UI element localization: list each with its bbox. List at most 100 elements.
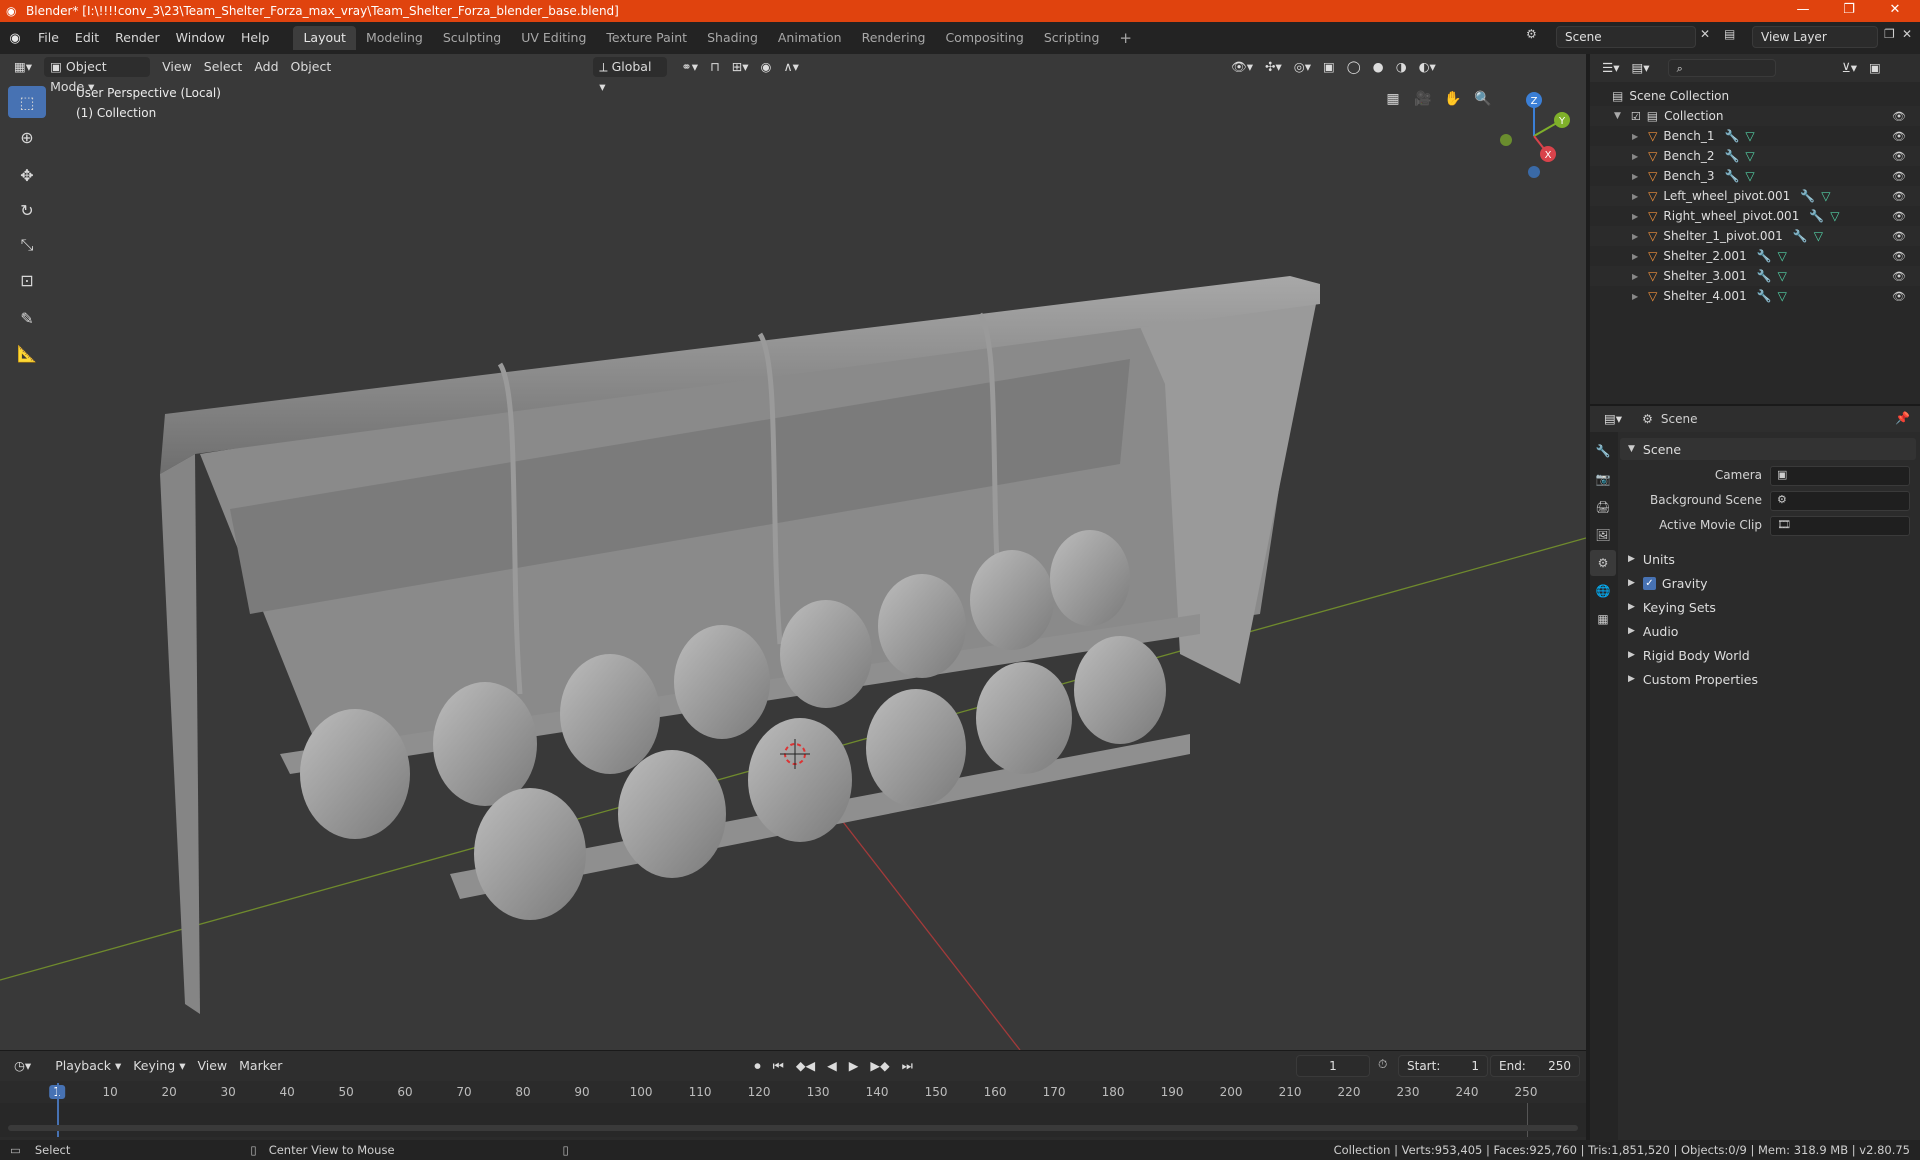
expand-arrow-icon[interactable]: ▶: [1632, 272, 1638, 281]
outliner-object-row[interactable]: ▶ ▽ Shelter_4.001 🔧 ▽ 👁: [1590, 286, 1920, 306]
subpanel-units[interactable]: ▶ Units: [1620, 548, 1916, 570]
jump-start-icon[interactable]: ⏮: [767, 1056, 790, 1076]
remove-view-layer-icon[interactable]: ✕: [1902, 27, 1912, 41]
tab-scripting[interactable]: Scripting: [1034, 26, 1110, 50]
outliner-collection[interactable]: ▼ ☑ ▤ Collection 👁: [1590, 106, 1920, 126]
menu-select[interactable]: Select: [198, 57, 249, 77]
active-movie-clip-field[interactable]: 🎞: [1770, 516, 1910, 536]
outliner-object-row[interactable]: ▶ ▽ Shelter_2.001 🔧 ▽ 👁: [1590, 246, 1920, 266]
cursor-tool-icon[interactable]: ⊕: [8, 121, 46, 153]
menu-file[interactable]: File: [30, 27, 67, 49]
view-layer-tab-icon[interactable]: 🖼: [1590, 522, 1616, 548]
new-collection-icon[interactable]: ▣: [1863, 58, 1887, 78]
modifier-icon[interactable]: 🔧: [1724, 169, 1739, 183]
timeline-editor-type-icon[interactable]: ◷▾: [8, 1056, 37, 1076]
proportional-edit-icon[interactable]: ◉: [755, 57, 778, 77]
subpanel-audio[interactable]: ▶ Audio: [1620, 620, 1916, 642]
scene-selector[interactable]: Scene: [1556, 26, 1696, 48]
scale-tool-icon[interactable]: ⤡: [8, 229, 46, 261]
mesh-data-icon[interactable]: ▽: [1778, 249, 1787, 263]
eye-icon[interactable]: 👁: [1892, 170, 1906, 183]
snap-icon[interactable]: ⊓: [704, 57, 726, 77]
tab-texture-paint[interactable]: Texture Paint: [596, 26, 697, 50]
background-scene-field[interactable]: ⚙: [1770, 491, 1910, 511]
output-tab-icon[interactable]: 🖨: [1590, 494, 1616, 520]
subpanel-keying-sets[interactable]: ▶ Keying Sets: [1620, 596, 1916, 618]
solid-shading-icon[interactable]: ●: [1367, 57, 1390, 77]
outliner-object-row[interactable]: ▶ ▽ Bench_1 🔧 ▽ 👁: [1590, 126, 1920, 146]
tab-compositing[interactable]: Compositing: [935, 26, 1033, 50]
navigation-gizmo[interactable]: Z Y X: [1496, 84, 1576, 184]
minimize-button[interactable]: —: [1780, 0, 1826, 22]
zoom-view-icon[interactable]: 🔍: [1470, 86, 1496, 112]
menu-object[interactable]: Object: [285, 57, 338, 77]
eye-icon[interactable]: 👁: [1892, 290, 1906, 303]
3d-viewport[interactable]: ▦▾ ▣ Object Mode ▾ View Select Add Objec…: [0, 54, 1586, 1050]
menu-render[interactable]: Render: [107, 27, 168, 49]
expand-arrow-icon[interactable]: ▶: [1632, 212, 1638, 221]
overlay-toggle-icon[interactable]: ◎▾: [1288, 57, 1317, 77]
transform-tool-icon[interactable]: ⊡: [8, 264, 46, 296]
falloff-icon[interactable]: ∧▾: [777, 57, 804, 77]
modifier-icon[interactable]: 🔧: [1809, 209, 1824, 223]
eye-icon[interactable]: 👁: [1892, 230, 1906, 243]
filter-icon[interactable]: ⊻▾: [1836, 58, 1863, 78]
tool-tab-icon[interactable]: 🔧: [1590, 438, 1616, 464]
modifier-icon[interactable]: 🔧: [1724, 149, 1739, 163]
scene-tab-icon[interactable]: ⚙: [1590, 550, 1616, 576]
view-layer-selector[interactable]: View Layer: [1752, 26, 1878, 48]
outliner-object-row[interactable]: ▶ ▽ Left_wheel_pivot.001 🔧 ▽ 👁: [1590, 186, 1920, 206]
menu-help[interactable]: Help: [233, 27, 278, 49]
mesh-data-icon[interactable]: ▽: [1814, 229, 1823, 243]
record-icon[interactable]: ⏺: [748, 1056, 766, 1076]
tab-layout[interactable]: Layout: [293, 26, 356, 50]
stopwatch-icon[interactable]: ⏱: [1378, 1057, 1387, 1072]
play-icon[interactable]: ▶: [843, 1056, 865, 1076]
camera-field[interactable]: ▣: [1770, 466, 1910, 486]
expand-arrow-icon[interactable]: ▶: [1632, 172, 1638, 181]
pan-view-icon[interactable]: ✋: [1440, 86, 1466, 112]
mesh-data-icon[interactable]: ▽: [1745, 129, 1754, 143]
eye-icon[interactable]: 👁: [1892, 270, 1906, 283]
collapse-chevron-icon[interactable]: ▼: [1614, 111, 1621, 121]
menu-marker[interactable]: Marker: [233, 1056, 288, 1076]
modifier-icon[interactable]: 🔧: [1800, 189, 1815, 203]
expand-arrow-icon[interactable]: ▶: [1632, 132, 1638, 141]
subpanel-custom-properties[interactable]: ▶ Custom Properties: [1620, 668, 1916, 690]
jump-end-icon[interactable]: ⏭: [896, 1056, 919, 1076]
outliner-object-row[interactable]: ▶ ▽ Bench_3 🔧 ▽ 👁: [1590, 166, 1920, 186]
tab-modeling[interactable]: Modeling: [356, 26, 433, 50]
visibility-icon[interactable]: 👁▾: [1225, 57, 1259, 77]
outliner-object-row[interactable]: ▶ ▽ Shelter_1_pivot.001 🔧 ▽ 👁: [1590, 226, 1920, 246]
modifier-icon[interactable]: 🔧: [1757, 289, 1772, 303]
modifier-icon[interactable]: 🔧: [1757, 249, 1772, 263]
texture-tab-icon[interactable]: ▦: [1590, 606, 1616, 632]
outliner-object-row[interactable]: ▶ ▽ Shelter_3.001 🔧 ▽ 👁: [1590, 266, 1920, 286]
checkbox-icon[interactable]: ☑: [1631, 110, 1641, 123]
timeline-track[interactable]: [0, 1083, 1586, 1137]
render-tab-icon[interactable]: 📷: [1590, 466, 1616, 492]
outliner-editor-type-icon[interactable]: ☰▾: [1596, 58, 1625, 78]
outliner-scene-collection[interactable]: ▤ Scene Collection: [1590, 86, 1920, 106]
timeline-scrollbar[interactable]: [8, 1125, 1578, 1131]
world-tab-icon[interactable]: 🌐: [1590, 578, 1616, 604]
next-keyframe-icon[interactable]: ▶◆: [864, 1056, 895, 1076]
pin-icon[interactable]: 📌: [1895, 411, 1910, 425]
grid-view-icon[interactable]: ▦: [1380, 86, 1406, 112]
modifier-icon[interactable]: 🔧: [1724, 129, 1739, 143]
tab-animation[interactable]: Animation: [768, 26, 852, 50]
expand-arrow-icon[interactable]: ▶: [1632, 152, 1638, 161]
blender-menu-icon[interactable]: ◉: [0, 31, 30, 46]
gravity-checkbox[interactable]: ✓: [1642, 576, 1656, 590]
mesh-data-icon[interactable]: ▽: [1778, 289, 1787, 303]
menu-keying[interactable]: Keying ▾: [127, 1056, 191, 1076]
transform-orientation[interactable]: ⟂ Global ▾: [593, 57, 668, 94]
move-tool-icon[interactable]: ✥: [8, 159, 46, 191]
properties-editor-type-icon[interactable]: ▤▾: [1598, 409, 1628, 429]
select-box-icon[interactable]: ⬚: [8, 86, 46, 118]
current-frame-field[interactable]: 1: [1296, 1055, 1370, 1077]
rendered-shading-icon[interactable]: ◐▾: [1413, 57, 1442, 77]
expand-arrow-icon[interactable]: ▶: [1632, 252, 1638, 261]
close-button[interactable]: ✕: [1872, 0, 1918, 22]
eye-icon[interactable]: 👁: [1892, 130, 1906, 143]
